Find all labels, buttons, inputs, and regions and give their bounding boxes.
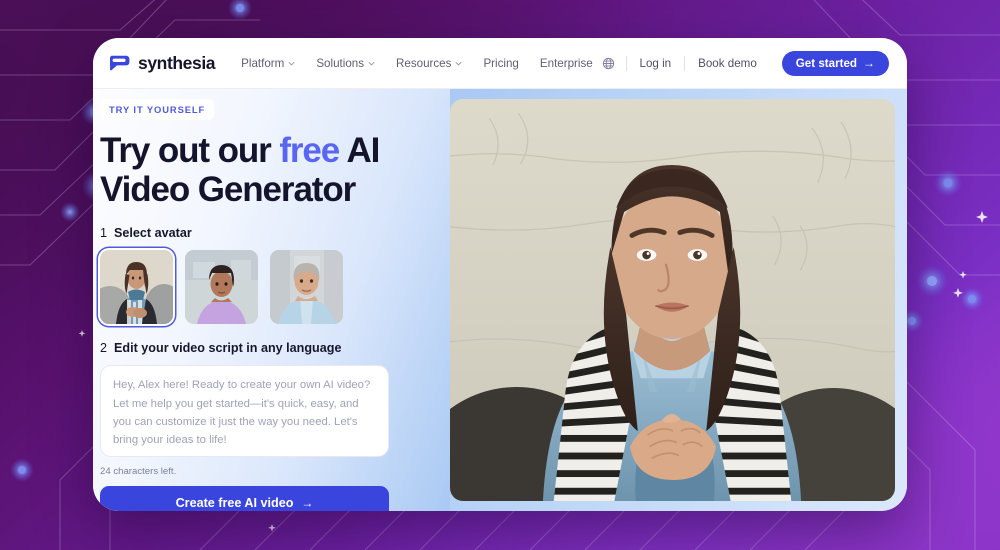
avatar-thumbnail-2 (185, 250, 258, 325)
characters-left-counter: 24 characters left. (100, 466, 177, 478)
top-navigation-bar: synthesia Platform Solutions Resources P… (93, 38, 907, 89)
step-1-number: 1 (100, 226, 108, 241)
synthesia-logo-icon (109, 55, 130, 71)
nav-link-pricing-label: Pricing (483, 56, 519, 70)
headline-accent: free (279, 131, 340, 170)
arrow-right-icon: → (301, 496, 314, 511)
try-it-yourself-badge: TRY IT YOURSELF (100, 99, 215, 120)
step-1-heading: 1 Select avatar (100, 226, 450, 240)
nav-actions: Log in Book demo Get started → (602, 50, 889, 76)
get-started-label: Get started (795, 56, 857, 70)
nav-link-enterprise[interactable]: Enterprise (540, 57, 593, 70)
cta-label: Create free AI video (175, 496, 294, 511)
nav-link-platform-label: Platform (241, 56, 285, 70)
nav-link-solutions-label: Solutions (316, 56, 365, 70)
step-2-heading: 2 Edit your video script in any language (100, 341, 450, 355)
hero-section: TRY IT YOURSELF Try out our free AI Vide… (93, 89, 907, 511)
video-preview-panel (450, 89, 907, 511)
chevron-down-icon (368, 61, 375, 65)
create-free-ai-video-button[interactable]: Create free AI video → (100, 486, 389, 511)
headline-part2: AI (339, 131, 380, 170)
nav-link-platform[interactable]: Platform (241, 57, 295, 70)
nav-link-enterprise-label: Enterprise (539, 56, 593, 70)
chevron-down-icon (456, 61, 462, 65)
avatar-option-woman-striped-shirt[interactable] (100, 250, 173, 325)
nav-link-pricing[interactable]: Pricing (483, 57, 518, 70)
arrow-right-icon: → (863, 56, 875, 70)
generator-form-panel: TRY IT YOURSELF Try out our free AI Vide… (93, 89, 450, 511)
avatar-video-frame (450, 99, 895, 501)
nav-link-resources-label: Resources (396, 56, 452, 70)
avatar-thumbnail-1 (100, 250, 173, 325)
page-backdrop: synthesia Platform Solutions Resources P… (0, 0, 1000, 550)
headline-line2: Video Generator (100, 170, 356, 210)
brand-name: synthesia (138, 52, 216, 73)
avatar-video-preview[interactable] (450, 99, 895, 501)
script-input[interactable]: Hey, Alex here! Ready to create your own… (100, 365, 389, 458)
book-demo-link[interactable]: Book demo (685, 57, 770, 70)
nav-links: Platform Solutions Resources Pricing Ent… (241, 57, 593, 70)
step-1-label: Select avatar (114, 226, 192, 241)
avatar-selector (100, 250, 450, 325)
nav-link-resources[interactable]: Resources (396, 57, 462, 70)
step-2-number: 2 (100, 341, 108, 356)
browser-card: synthesia Platform Solutions Resources P… (93, 38, 907, 511)
login-link[interactable]: Log in (627, 57, 685, 70)
headline-part1: Try out our (100, 131, 280, 170)
avatar-thumbnail-3 (270, 250, 343, 325)
nav-link-solutions[interactable]: Solutions (316, 57, 375, 70)
get-started-button[interactable]: Get started → (781, 50, 889, 76)
chevron-down-icon (288, 61, 295, 65)
step-2-label: Edit your video script in any language (114, 341, 342, 356)
globe-icon[interactable] (602, 57, 615, 70)
avatar-option-woman-purple-sweater[interactable] (185, 250, 258, 325)
page-title: Try out our free AI Video Generator (100, 131, 450, 209)
brand-logo[interactable]: synthesia (108, 52, 216, 74)
avatar-option-man-blue-shirt[interactable] (270, 250, 343, 325)
